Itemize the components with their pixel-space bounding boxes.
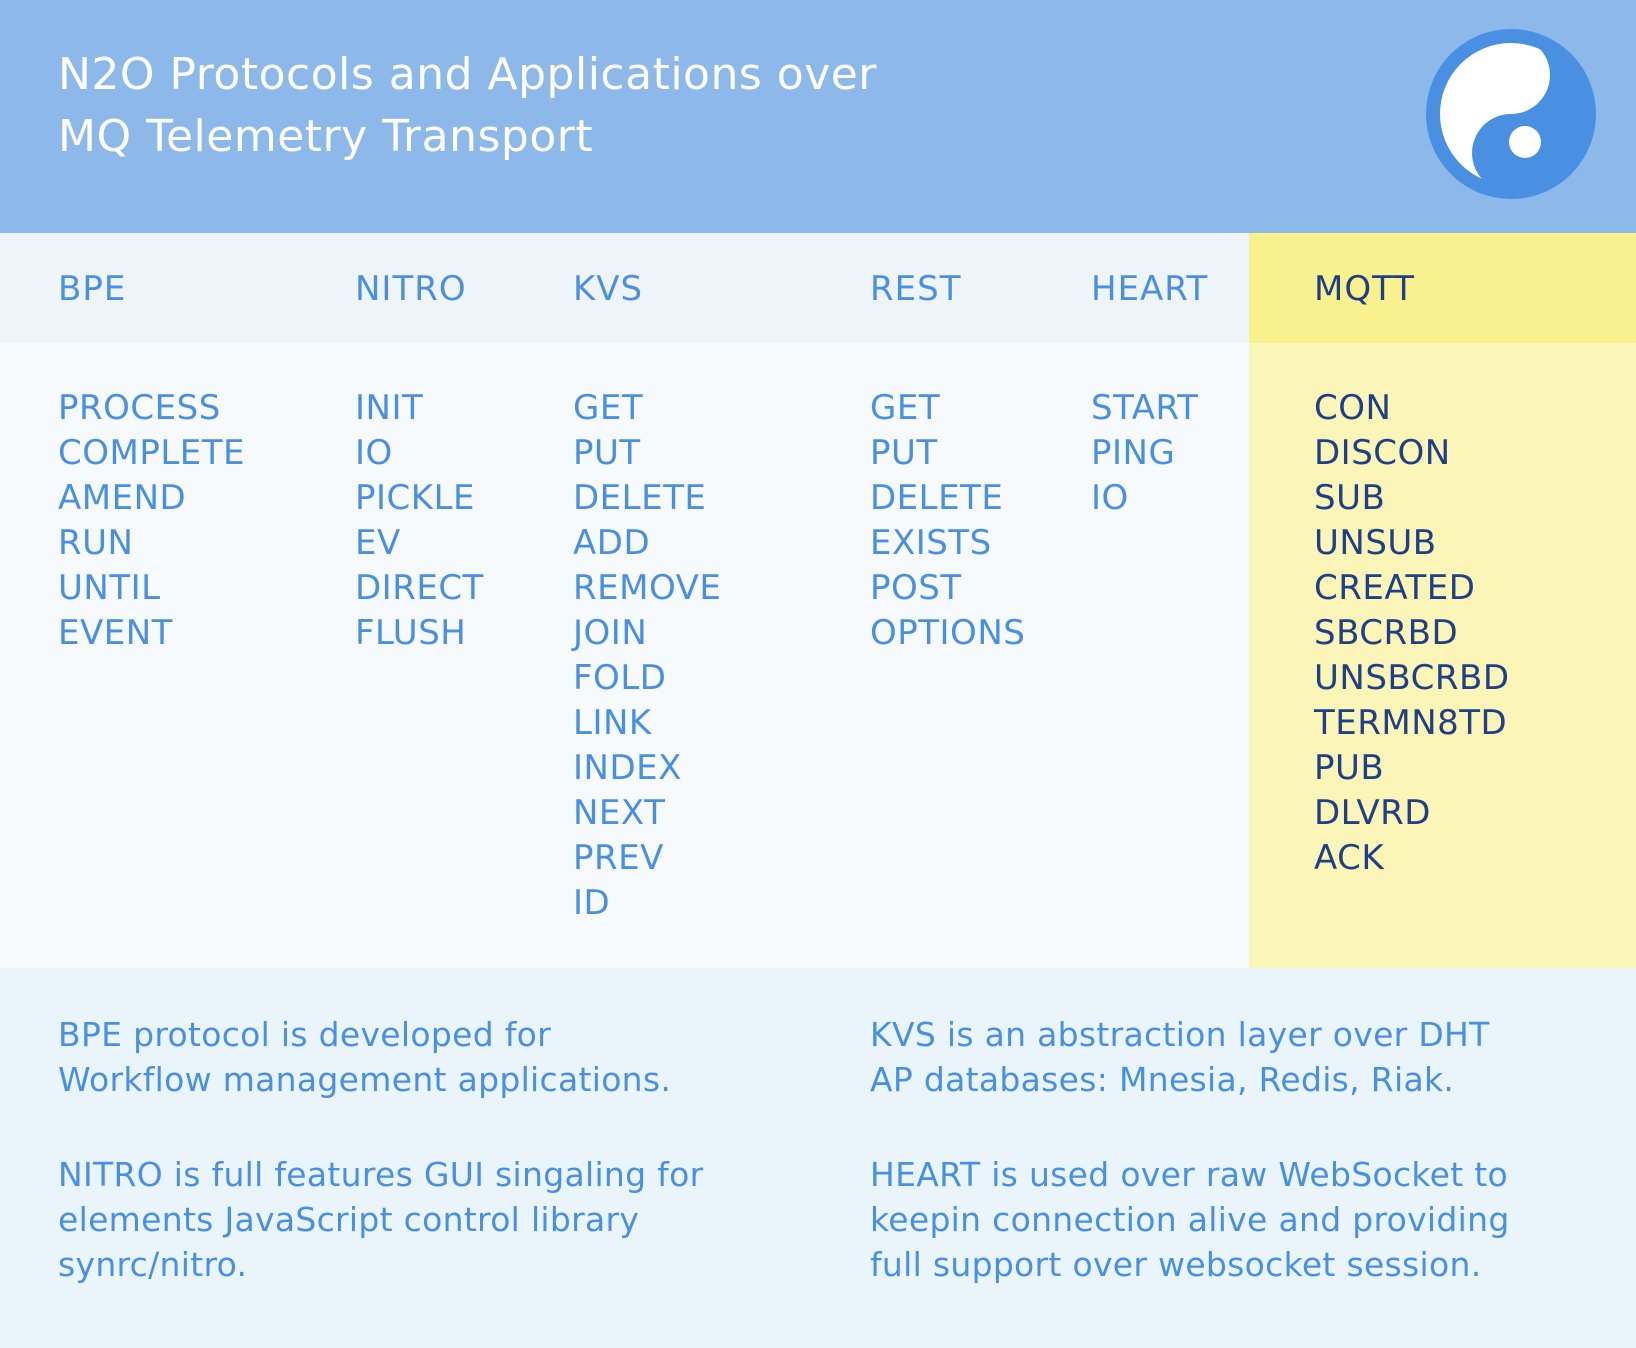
title-line-1: N2O Protocols and Applications over [58, 49, 877, 100]
list-item: FLUSH [355, 613, 467, 653]
list-item: AMEND [58, 478, 187, 518]
list-item: SBCRBD [1314, 613, 1459, 653]
list-item: DIRECT [355, 568, 484, 608]
list-item: PREV [573, 838, 664, 878]
nitro-message-list: INIT IO PICKLE EV DIRECT FLUSH [355, 386, 484, 656]
list-item: CON [1314, 388, 1392, 428]
column-title-rest: REST [870, 269, 962, 309]
list-item: UNSBCRBD [1314, 658, 1510, 698]
list-item: PUT [870, 433, 938, 473]
list-item: REMOVE [573, 568, 722, 608]
column-title-mqtt: MQTT [1314, 269, 1416, 309]
column-title-nitro: NITRO [355, 269, 467, 309]
note-line: HEART is used over raw WebSocket to [870, 1155, 1508, 1194]
list-item: DELETE [573, 478, 707, 518]
list-item: PUT [573, 433, 641, 473]
note-line: keepin connection alive and providing [870, 1200, 1510, 1239]
note-line: AP databases: Mnesia, Redis, Riak. [870, 1060, 1455, 1099]
list-item: TERMN8TD [1314, 703, 1508, 743]
mqtt-message-list: CON DISCON SUB UNSUB CREATED SBCRBD UNSB… [1314, 386, 1510, 881]
list-item: ID [573, 883, 611, 923]
nitro-note: NITRO is full features GUI singaling for… [58, 1152, 703, 1287]
note-line: BPE protocol is developed for [58, 1015, 552, 1054]
list-item: EV [355, 523, 401, 563]
page-title: N2O Protocols and Applications over MQ T… [58, 44, 1258, 168]
list-item: EVENT [58, 613, 173, 653]
note-line: elements JavaScript control library [58, 1200, 640, 1239]
list-item: CREATED [1314, 568, 1476, 608]
list-item: DLVRD [1314, 793, 1431, 833]
list-item: GET [870, 388, 941, 428]
list-item: EXISTS [870, 523, 992, 563]
list-item: DELETE [870, 478, 1004, 518]
list-item: SUB [1314, 478, 1386, 518]
mqtt-header-highlight [1249, 233, 1636, 343]
list-item: ACK [1314, 838, 1385, 878]
list-item: INDEX [573, 748, 682, 788]
list-item: INIT [355, 388, 424, 428]
bpe-note: BPE protocol is developed for Workflow m… [58, 1012, 671, 1102]
list-item: START [1091, 388, 1199, 428]
list-item: PROCESS [58, 388, 221, 428]
column-title-kvs: KVS [573, 269, 644, 309]
bpe-message-list: PROCESS COMPLETE AMEND RUN UNTIL EVENT [58, 386, 245, 656]
list-item: OPTIONS [870, 613, 1026, 653]
list-item: LINK [573, 703, 652, 743]
kvs-note: KVS is an abstraction layer over DHT AP … [870, 1012, 1490, 1102]
column-title-heart: HEART [1091, 269, 1209, 309]
note-line: full support over websocket session. [870, 1245, 1482, 1284]
list-item: COMPLETE [58, 433, 246, 473]
list-item: IO [1091, 478, 1129, 518]
note-line: NITRO is full features GUI singaling for [58, 1155, 704, 1194]
list-item: FOLD [573, 658, 667, 698]
list-item: UNSUB [1314, 523, 1437, 563]
heart-note: HEART is used over raw WebSocket to keep… [870, 1152, 1510, 1287]
note-line: Workflow management applications. [58, 1060, 672, 1099]
synrc-logo-icon [1426, 29, 1596, 199]
note-line: synrc/nitro. [58, 1245, 248, 1284]
title-line-2: MQ Telemetry Transport [58, 111, 594, 162]
list-item: IO [355, 433, 393, 473]
list-item: POST [870, 568, 962, 608]
list-item: ADD [573, 523, 651, 563]
list-item: PUB [1314, 748, 1385, 788]
list-item: JOIN [573, 613, 648, 653]
list-item: GET [573, 388, 644, 428]
list-item: UNTIL [58, 568, 161, 608]
list-item: DISCON [1314, 433, 1451, 473]
list-item: NEXT [573, 793, 666, 833]
kvs-message-list: GET PUT DELETE ADD REMOVE JOIN FOLD LINK… [573, 386, 721, 926]
list-item: PICKLE [355, 478, 475, 518]
column-title-bpe: BPE [58, 269, 127, 309]
list-item: PING [1091, 433, 1176, 473]
list-item: RUN [58, 523, 134, 563]
rest-message-list: GET PUT DELETE EXISTS POST OPTIONS [870, 386, 1025, 656]
note-line: KVS is an abstraction layer over DHT [870, 1015, 1490, 1054]
heart-message-list: START PING IO [1091, 386, 1198, 521]
